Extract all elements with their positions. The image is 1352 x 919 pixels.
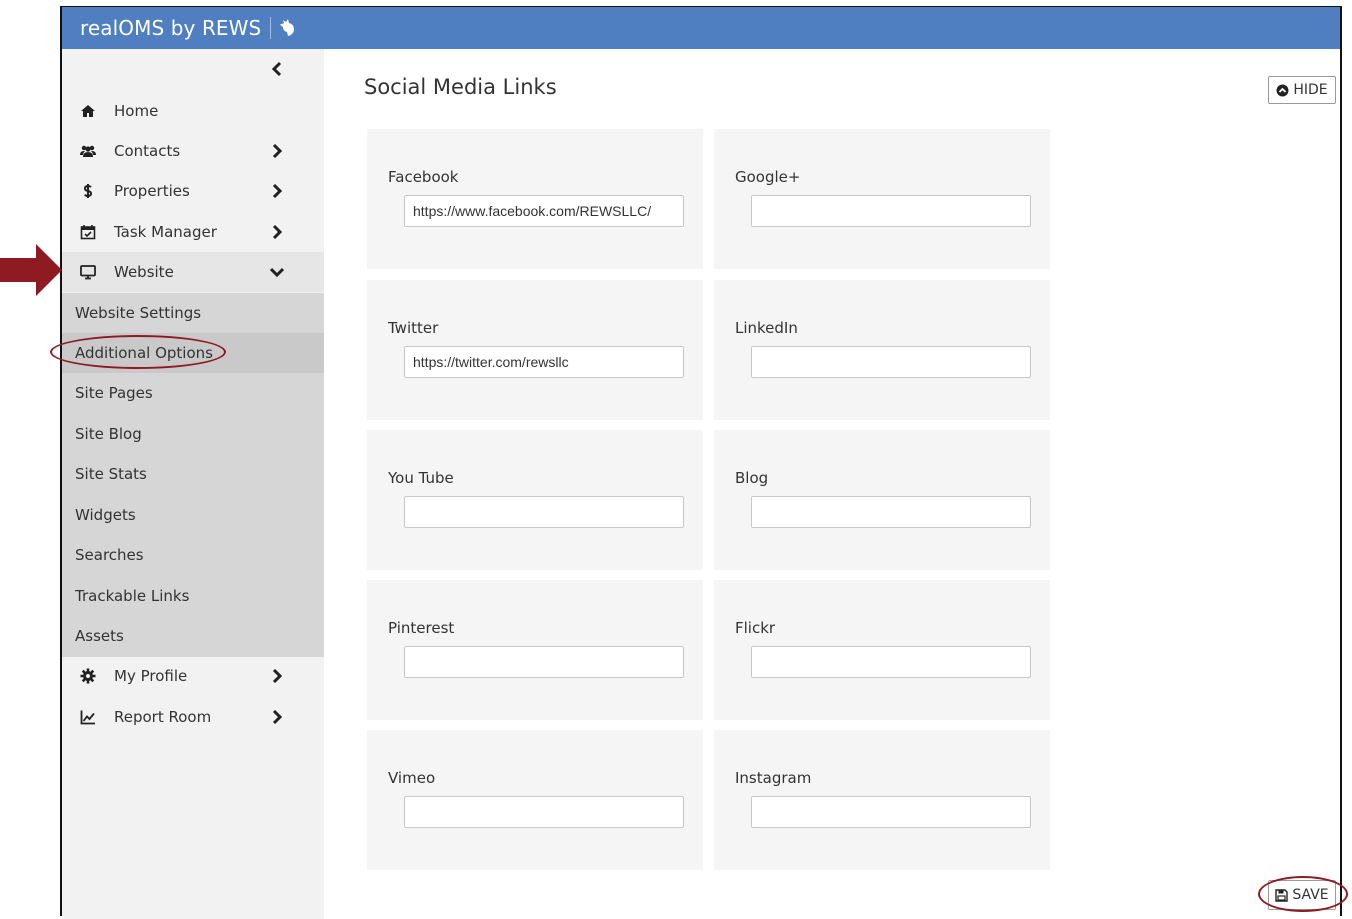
field-label: Instagram — [735, 769, 812, 787]
sidebar-item-home[interactable]: Home — [62, 91, 324, 131]
line-chart-icon — [80, 710, 95, 725]
google-plus-url-input[interactable] — [751, 195, 1031, 227]
gear-icon — [80, 668, 96, 684]
field-card-vimeo: Vimeo — [367, 730, 703, 870]
chevron-right-icon — [272, 184, 283, 198]
field-card-blog: Blog — [714, 430, 1050, 570]
twitter-url-input[interactable] — [404, 346, 684, 378]
flickr-url-input[interactable] — [751, 646, 1031, 678]
brand-divider — [270, 17, 272, 39]
submenu-item-assets[interactable]: Assets — [62, 616, 324, 656]
sidebar: Home Contacts Properties Task Manager We… — [62, 49, 324, 919]
chevron-right-icon — [272, 144, 283, 158]
calendar-check-icon — [80, 225, 96, 240]
sidebar-item-label: Home — [114, 102, 159, 120]
users-icon — [80, 145, 96, 157]
sidebar-item-my-profile[interactable]: My Profile — [62, 656, 324, 696]
annotation-oval-save — [1258, 876, 1348, 912]
submenu-item-site-stats[interactable]: Site Stats — [62, 454, 324, 494]
blog-url-input[interactable] — [751, 496, 1031, 528]
main-content: Social Media Links HIDE Facebook Google+… — [324, 49, 1342, 919]
dollar-icon — [83, 184, 93, 198]
field-card-twitter: Twitter — [367, 280, 703, 420]
page-title: Social Media Links — [364, 75, 557, 99]
chevron-right-icon — [272, 669, 283, 683]
field-label: Vimeo — [388, 769, 436, 787]
chevron-circle-up-icon — [1276, 84, 1289, 96]
sidebar-item-label: Website — [114, 263, 174, 281]
desktop-icon — [80, 265, 96, 280]
hide-button-label: HIDE — [1293, 82, 1328, 98]
annotation-arrow-icon — [0, 244, 62, 296]
field-label: Twitter — [388, 319, 439, 337]
sidebar-item-label: My Profile — [114, 667, 188, 685]
field-label: LinkedIn — [735, 319, 798, 337]
field-label: Flickr — [735, 619, 776, 637]
sidebar-item-task-manager[interactable]: Task Manager — [62, 212, 324, 252]
field-label: Facebook — [388, 168, 459, 186]
chevron-right-icon — [272, 710, 283, 724]
instagram-url-input[interactable] — [751, 796, 1031, 828]
submenu-item-label: Site Pages — [75, 384, 153, 402]
annotation-oval-additional-options — [50, 335, 226, 369]
youtube-url-input[interactable] — [404, 496, 684, 528]
submenu-item-site-pages[interactable]: Site Pages — [62, 373, 324, 413]
field-label: Pinterest — [388, 619, 455, 637]
submenu-item-searches[interactable]: Searches — [62, 535, 324, 575]
sidebar-item-label: Properties — [114, 182, 190, 200]
collapse-sidebar-chevron-left-icon[interactable] — [270, 61, 284, 77]
field-card-instagram: Instagram — [714, 730, 1050, 870]
sidebar-item-label: Contacts — [114, 142, 181, 160]
sidebar-item-contacts[interactable]: Contacts — [62, 131, 324, 171]
submenu-item-label: Assets — [75, 627, 124, 645]
submenu-item-label: Site Stats — [75, 465, 147, 483]
submenu-item-website-settings[interactable]: Website Settings — [62, 293, 324, 333]
linkedin-url-input[interactable] — [751, 346, 1031, 378]
field-label: Blog — [735, 469, 769, 487]
field-card-pinterest: Pinterest — [367, 580, 703, 720]
app-window: realOMS by REWS Home Contacts Properties… — [60, 6, 1342, 919]
submenu-item-label: Searches — [75, 546, 144, 564]
submenu-item-label: Widgets — [75, 506, 136, 524]
sidebar-item-label: Task Manager — [114, 223, 217, 241]
vimeo-url-input[interactable] — [404, 796, 684, 828]
top-bar: realOMS by REWS — [62, 7, 1340, 49]
submenu-item-label: Site Blog — [75, 425, 142, 443]
home-icon — [81, 105, 95, 117]
pinterest-url-input[interactable] — [404, 646, 684, 678]
field-label: You Tube — [388, 469, 454, 487]
sidebar-item-report-room[interactable]: Report Room — [62, 697, 324, 737]
sidebar-item-properties[interactable]: Properties — [62, 171, 324, 211]
field-label: Google+ — [735, 168, 801, 186]
field-card-youtube: You Tube — [367, 430, 703, 570]
sidebar-item-website[interactable]: Website — [62, 252, 324, 292]
rooster-logo-icon — [280, 19, 295, 36]
facebook-url-input[interactable] — [404, 195, 684, 227]
brand-title[interactable]: realOMS by REWS — [80, 16, 261, 40]
submenu-item-label: Trackable Links — [75, 587, 190, 605]
chevron-down-icon — [270, 267, 284, 278]
field-card-linkedin: LinkedIn — [714, 280, 1050, 420]
submenu-item-widgets[interactable]: Widgets — [62, 495, 324, 535]
field-card-flickr: Flickr — [714, 580, 1050, 720]
hide-button[interactable]: HIDE — [1268, 76, 1336, 104]
submenu-item-trackable-links[interactable]: Trackable Links — [62, 576, 324, 616]
chevron-right-icon — [272, 225, 283, 239]
submenu-item-label: Website Settings — [75, 304, 202, 322]
field-card-facebook: Facebook — [367, 129, 703, 269]
field-card-google-plus: Google+ — [714, 129, 1050, 269]
sidebar-item-label: Report Room — [114, 708, 212, 726]
submenu-item-site-blog[interactable]: Site Blog — [62, 414, 324, 454]
